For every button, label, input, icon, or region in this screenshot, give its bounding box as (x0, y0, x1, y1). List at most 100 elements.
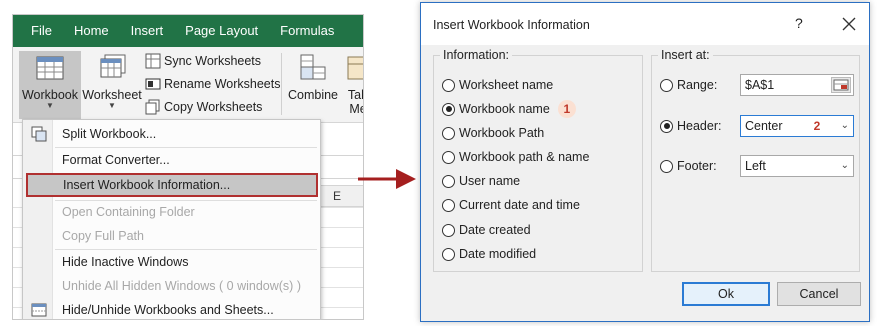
cancel-button[interactable]: Cancel (777, 282, 861, 306)
screenshot-stage: File Home Insert Page Layout Formulas Wo… (0, 0, 886, 326)
radio-label: Footer: (677, 159, 717, 173)
radio-button[interactable] (442, 198, 455, 212)
chevron-down-icon: ▼ (108, 101, 116, 110)
tab-insert[interactable]: Insert (120, 15, 175, 47)
footer-select-value: Left (745, 159, 766, 173)
table-label-line1: Tab (347, 88, 363, 102)
dialog-title: Insert Workbook Information (433, 18, 590, 32)
radio-button[interactable] (442, 247, 455, 261)
radio-button[interactable] (442, 223, 455, 237)
radio-label: Range: (677, 78, 718, 92)
chevron-down-icon: ⌄ (840, 160, 849, 171)
ribbon: Workbook ▼ Worksheet ▼ Sync Worksheets R… (13, 47, 363, 123)
hide-unhide-icon (25, 302, 53, 318)
radio-button[interactable] (660, 159, 673, 173)
footer-select[interactable]: Left ⌄ (740, 155, 854, 177)
range-input-value: $A$1 (745, 78, 775, 92)
range-input[interactable]: $A$1 (740, 74, 854, 96)
menu-item-insert-workbook-information[interactable]: Insert Workbook Information... (26, 173, 318, 197)
sync-worksheets-label: Sync Worksheets (164, 54, 262, 68)
split-workbook-icon (25, 126, 53, 142)
radio-current-date-time[interactable]: Current date and time (442, 196, 580, 214)
table-label-line2: Me (349, 102, 363, 116)
radio-workbook-path-and-name[interactable]: Workbook path & name (442, 148, 589, 166)
excel-window: File Home Insert Page Layout Formulas Wo… (12, 14, 364, 320)
tab-file[interactable]: File (13, 15, 63, 47)
ribbon-tab-bar: File Home Insert Page Layout Formulas (13, 15, 363, 47)
radio-workbook-name[interactable]: Workbook name 1 (442, 100, 576, 118)
menu-item-label: Hide/Unhide Workbooks and Sheets... (62, 303, 274, 317)
worksheet-label: Worksheet (82, 88, 142, 102)
worksheet-button[interactable]: Worksheet ▼ (82, 51, 142, 119)
dialog-titlebar[interactable]: Insert Workbook Information ? (421, 3, 869, 45)
radio-label: User name (459, 174, 521, 188)
radio-header[interactable]: Header: (660, 117, 721, 135)
radio-button[interactable] (442, 150, 455, 164)
radio-button[interactable] (442, 174, 455, 188)
ok-button[interactable]: Ok (682, 282, 770, 306)
combine-button[interactable]: Combine (285, 51, 341, 119)
radio-label: Current date and time (459, 198, 580, 212)
step-badge: 1 (557, 100, 576, 118)
rename-worksheets-icon (145, 78, 161, 90)
tab-home[interactable]: Home (63, 15, 120, 47)
radio-button[interactable] (442, 78, 455, 92)
chevron-down-icon: ⌄ (840, 120, 849, 131)
menu-item-hide-inactive-windows[interactable]: Hide Inactive Windows (25, 251, 318, 273)
header-select[interactable]: Center 2 ⌄ (740, 115, 854, 137)
workbook-icon (36, 56, 64, 80)
radio-range[interactable]: Range: (660, 76, 717, 94)
radio-label: Header: (677, 119, 722, 133)
table-merge-button[interactable]: Tab Me (343, 51, 363, 119)
chevron-down-icon: ▼ (46, 101, 54, 110)
menu-item-label: Split Workbook... (62, 127, 157, 141)
arrow-right-icon (358, 169, 416, 189)
tab-formulas[interactable]: Formulas (269, 15, 345, 47)
combine-icon (300, 54, 326, 80)
radio-date-created[interactable]: Date created (442, 221, 531, 239)
step-badge: 2 (813, 119, 821, 133)
menu-item-label: Unhide All Hidden Windows ( 0 window(s) … (62, 279, 301, 293)
radio-worksheet-name[interactable]: Worksheet name (442, 76, 553, 94)
radio-button-selected[interactable] (442, 102, 455, 116)
insert-at-group: Insert at: Range: $A$1 Header: Center 2 … (651, 48, 860, 272)
workbook-button[interactable]: Workbook ▼ (19, 51, 81, 119)
menu-item-label: Hide Inactive Windows (62, 255, 189, 269)
copy-worksheets-label: Copy Worksheets (164, 100, 263, 114)
insert-workbook-information-dialog: Insert Workbook Information ? Informatio… (420, 2, 870, 322)
menu-item-split-workbook[interactable]: Split Workbook... (25, 123, 318, 145)
radio-user-name[interactable]: User name (442, 172, 520, 190)
range-picker-icon[interactable] (831, 77, 851, 93)
radio-button[interactable] (442, 126, 455, 140)
radio-button[interactable] (660, 78, 673, 92)
table-icon (347, 56, 363, 80)
menu-item-format-converter[interactable]: Format Converter... (25, 149, 318, 171)
menu-item-unhide-all-hidden-windows[interactable]: Unhide All Hidden Windows ( 0 window(s) … (25, 275, 318, 297)
insert-at-group-title: Insert at: (658, 48, 713, 62)
close-icon[interactable] (837, 12, 861, 36)
radio-label: Workbook Path (459, 126, 545, 140)
combine-label: Combine (287, 88, 339, 102)
radio-label: Worksheet name (459, 78, 554, 92)
ribbon-divider (281, 53, 282, 115)
radio-label: Workbook path & name (459, 150, 590, 164)
radio-button-selected[interactable] (660, 119, 673, 133)
sync-worksheets-button[interactable]: Sync Worksheets (145, 51, 261, 71)
information-group: Information: Worksheet name Workbook nam… (433, 48, 643, 272)
radio-label: Date created (459, 223, 531, 237)
rename-worksheets-button[interactable]: Rename Worksheets (145, 74, 281, 94)
copy-worksheets-icon (145, 99, 160, 115)
menu-item-open-containing-folder[interactable]: Open Containing Folder (25, 201, 318, 223)
menu-separator (55, 249, 317, 250)
radio-workbook-path[interactable]: Workbook Path (442, 124, 544, 142)
radio-footer[interactable]: Footer: (660, 157, 717, 175)
copy-worksheets-button[interactable]: Copy Worksheets (145, 97, 262, 117)
rename-worksheets-label: Rename Worksheets (164, 77, 281, 91)
menu-item-hide-unhide-workbooks[interactable]: Hide/Unhide Workbooks and Sheets... (25, 299, 318, 319)
workbook-label: Workbook (21, 88, 79, 102)
radio-date-modified[interactable]: Date modified (442, 245, 536, 263)
tab-page-layout[interactable]: Page Layout (174, 15, 269, 47)
workbook-dropdown-menu: Split Workbook... Format Converter... In… (22, 119, 321, 319)
menu-item-copy-full-path[interactable]: Copy Full Path (25, 225, 318, 247)
help-button[interactable]: ? (795, 15, 803, 31)
